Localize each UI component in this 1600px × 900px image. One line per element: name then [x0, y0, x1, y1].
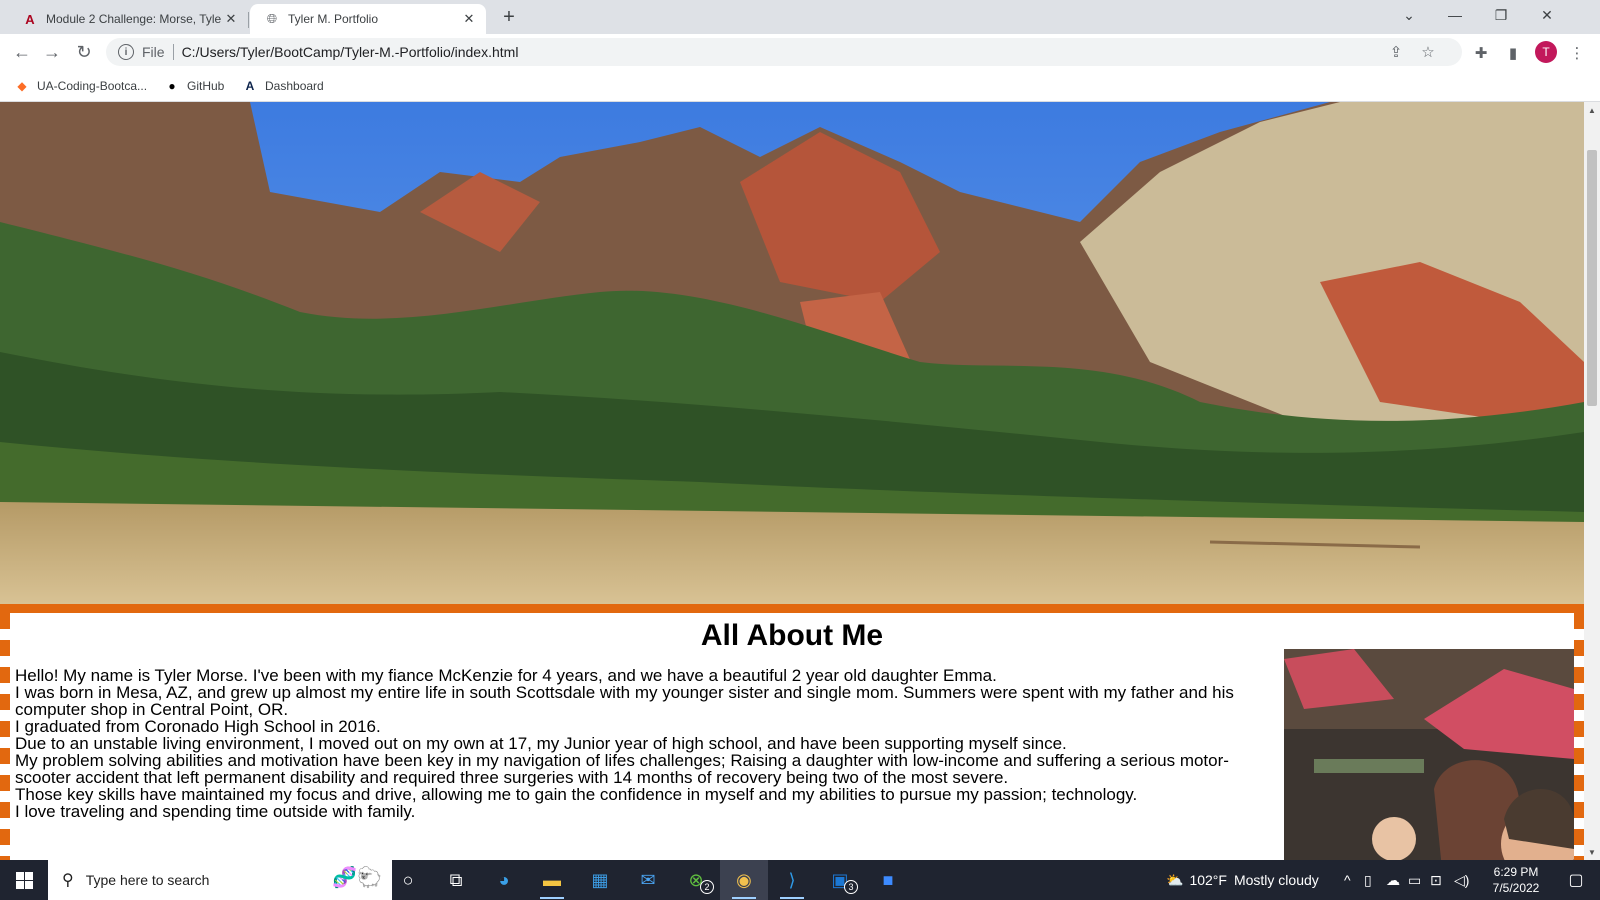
bio-line: Those key skills have maintained my focu…: [15, 785, 1138, 804]
cortana-icon[interactable]: ○: [384, 860, 432, 900]
bio-line: I graduated from Coronado High School in…: [15, 717, 381, 736]
arizona-a-icon: A: [245, 79, 255, 93]
edge-browser-icon[interactable]: ◕: [480, 860, 528, 900]
clock-date: 7/5/2022: [1492, 881, 1540, 895]
extensions-icon[interactable]: ✚: [1470, 42, 1492, 64]
github-icon: ●: [168, 79, 176, 93]
cloudy-weather-icon: ⛅: [1166, 871, 1184, 888]
battery-icon[interactable]: ▭: [1408, 860, 1421, 900]
running-indicator: [732, 897, 756, 899]
bookmark-label: GitHub: [187, 79, 225, 93]
weather-widget[interactable]: ⛅ 102°F Mostly cloudy: [1166, 860, 1319, 900]
zoom-icon[interactable]: ■: [864, 860, 912, 900]
notification-center-icon[interactable]: ▢: [1552, 860, 1600, 900]
tab-separator: [248, 12, 249, 28]
bookmark-ua-coding-bootcamp[interactable]: ◆ UA-Coding-Bootca...: [14, 76, 147, 96]
bookmark-label: UA-Coding-Bootca...: [37, 79, 148, 93]
running-indicator: [780, 897, 804, 899]
start-button[interactable]: [0, 860, 48, 900]
info-icon[interactable]: i: [118, 44, 134, 60]
page-scrollbar[interactable]: ▲ ▼: [1584, 102, 1600, 860]
tab-module-2-challenge[interactable]: A Module 2 Challenge: Morse, Tyle ✕: [8, 4, 248, 34]
network-icon[interactable]: ⊡: [1430, 860, 1442, 900]
bookmark-dashboard[interactable]: A Dashboard: [242, 76, 324, 96]
scrollbar-thumb[interactable]: [1587, 150, 1597, 406]
new-tab-button[interactable]: +: [498, 6, 520, 28]
bio-line: Due to an unstable living environment, I…: [15, 734, 1067, 753]
tab-title: Module 2 Challenge: Morse, Tyle: [46, 12, 222, 26]
share-icon[interactable]: ⇪: [1382, 38, 1410, 66]
xbox-icon[interactable]: ⊗ 2: [672, 860, 720, 900]
windows-logo-icon: [15, 871, 33, 889]
tab-title: Tyler M. Portfolio: [288, 12, 379, 26]
bookmarks-bar: ◆ UA-Coding-Bootca... ● GitHub A Dashboa…: [0, 70, 1600, 102]
bio-line: I was born in Mesa, AZ, and grew up almo…: [15, 683, 1234, 719]
task-view-icon[interactable]: ⧉: [432, 860, 480, 900]
outlook-icon[interactable]: ▣ 3: [816, 860, 864, 900]
protocol-label: File: [142, 44, 165, 60]
page-viewport: All About Me Hello! My name is Tyler Mor…: [0, 102, 1584, 860]
hero-landscape-image: [0, 102, 1584, 604]
bookmark-github[interactable]: ● GitHub: [164, 76, 224, 96]
show-hidden-icons-icon[interactable]: ^: [1344, 860, 1351, 900]
tab-tyler-portfolio[interactable]: 🌐︎ Tyler M. Portfolio ✕: [250, 4, 486, 34]
back-button[interactable]: ←: [10, 40, 34, 64]
search-icon: ⚲: [62, 872, 74, 889]
minimize-button[interactable]: —: [1432, 0, 1478, 30]
close-tab-icon[interactable]: ✕: [222, 10, 240, 28]
weather-temp: 102°F: [1189, 872, 1227, 888]
weather-condition: Mostly cloudy: [1233, 872, 1319, 888]
file-explorer-icon[interactable]: ▬: [528, 860, 576, 900]
microsoft-store-icon[interactable]: ▦: [576, 860, 624, 900]
running-indicator: [540, 897, 564, 899]
system-clock[interactable]: 6:29 PM 7/5/2022: [1480, 864, 1552, 896]
url-text[interactable]: C:/Users/Tyler/BootCamp/Tyler-M.-Portfol…: [182, 44, 1462, 60]
gitlab-icon: ◆: [17, 79, 27, 93]
bio-text: Hello! My name is Tyler Morse. I've been…: [15, 667, 1255, 820]
bookmark-star-icon[interactable]: ☆: [1414, 38, 1442, 66]
taskbar-search-box[interactable]: ⚲ Type here to search 🧬🐑: [48, 860, 392, 900]
scroll-up-arrow-icon[interactable]: ▲: [1584, 102, 1600, 118]
windows-taskbar: ⚲ Type here to search 🧬🐑 ○ ⧉ ◕ ▬ ▦ ✉ ⊗ 2 …: [0, 860, 1600, 900]
clock-time: 6:29 PM: [1493, 865, 1539, 879]
notification-badge: 3: [844, 880, 858, 894]
family-photo: [1284, 649, 1574, 860]
bio-line: Hello! My name is Tyler Morse. I've been…: [15, 666, 997, 685]
forward-button[interactable]: →: [40, 40, 64, 64]
tab-search-icon[interactable]: ⌄: [1386, 0, 1432, 30]
search-highlight-icon: 🧬🐑: [332, 867, 382, 889]
bio-line: My problem solving abilities and motivat…: [15, 751, 1229, 787]
onedrive-icon[interactable]: ☁: [1386, 860, 1400, 900]
notification-badge: 2: [700, 880, 714, 894]
browser-toolbar: ← → ↻ i File C:/Users/Tyler/BootCamp/Tyl…: [0, 34, 1600, 70]
arizona-a-icon: A: [25, 11, 35, 27]
scroll-down-arrow-icon[interactable]: ▼: [1584, 844, 1600, 860]
restore-button[interactable]: ❐: [1478, 0, 1524, 30]
tab-strip: A Module 2 Challenge: Morse, Tyle ✕ 🌐︎ T…: [0, 0, 1600, 34]
globe-icon: 🌐︎: [266, 11, 278, 26]
bio-line: I love traveling and spending time outsi…: [15, 802, 416, 821]
profile-avatar[interactable]: T: [1535, 41, 1557, 63]
bookmark-label: Dashboard: [265, 79, 324, 93]
menu-kebab-icon[interactable]: ⋮: [1566, 42, 1588, 64]
mail-icon[interactable]: ✉: [624, 860, 672, 900]
about-me-section: All About Me Hello! My name is Tyler Mor…: [0, 604, 1584, 860]
search-placeholder: Type here to search: [85, 872, 210, 888]
chrome-icon[interactable]: ◉: [720, 860, 768, 900]
close-window-button[interactable]: ✕: [1524, 0, 1570, 30]
divider: [172, 44, 174, 60]
vscode-icon[interactable]: ⟩: [768, 860, 816, 900]
address-bar[interactable]: i File C:/Users/Tyler/BootCamp/Tyler-M.-…: [106, 38, 1462, 66]
volume-icon[interactable]: ◁): [1454, 860, 1469, 900]
meet-now-icon[interactable]: ▯: [1364, 860, 1372, 900]
about-heading: All About Me: [700, 619, 884, 652]
close-tab-icon[interactable]: ✕: [460, 10, 478, 28]
side-panel-icon[interactable]: ▮: [1502, 42, 1524, 64]
reload-button[interactable]: ↻: [72, 40, 96, 64]
